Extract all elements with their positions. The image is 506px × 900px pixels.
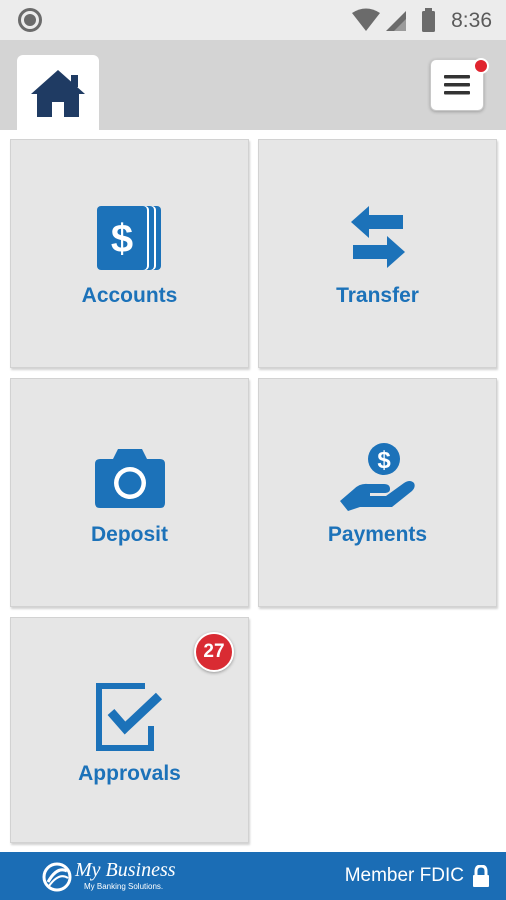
logo-tagline: My Banking Solutions.: [84, 882, 164, 891]
status-bar: 8:36: [0, 0, 506, 40]
hand-dollar-icon: $: [339, 443, 415, 511]
tile-deposit[interactable]: Deposit: [10, 378, 249, 607]
dollar-accounts-icon: $: [96, 206, 161, 270]
wifi-icon: [352, 8, 380, 31]
notification-dot: [473, 58, 489, 74]
tile-label-approvals: Approvals: [78, 762, 181, 785]
status-icons: [352, 8, 435, 32]
lock-icon: [473, 865, 489, 887]
status-time: 8:36: [451, 9, 492, 32]
notification-circle-icon: [18, 8, 42, 32]
transfer-arrows-icon: [350, 206, 405, 268]
tile-label-payments: Payments: [327, 523, 428, 546]
tile-payments[interactable]: $ Payments: [258, 378, 497, 607]
approvals-count-badge: 27: [194, 632, 234, 672]
logo-swirl-icon: [42, 862, 72, 892]
tile-label-deposit: Deposit: [90, 523, 168, 546]
svg-text:$: $: [377, 447, 391, 474]
camera-icon: [94, 449, 165, 508]
hamburger-menu-icon: [444, 75, 470, 95]
svg-text:$: $: [110, 217, 132, 261]
battery-icon: [422, 8, 435, 32]
logo-name: My Business: [75, 859, 176, 881]
nav-bar: [0, 40, 506, 130]
footer: My Business My Banking Solutions. Member…: [0, 852, 506, 900]
home-icon: [31, 69, 85, 117]
tile-label-transfer: Transfer: [336, 284, 419, 307]
checkbox-icon: [95, 683, 162, 751]
tile-transfer[interactable]: Transfer: [258, 139, 497, 368]
tile-label-accounts: Accounts: [81, 284, 178, 307]
logo: My Business My Banking Solutions.: [42, 858, 182, 896]
member-fdic-text: Member FDIC: [344, 865, 464, 886]
tile-accounts[interactable]: $ Accounts: [10, 139, 249, 368]
home-tab[interactable]: [17, 55, 99, 130]
